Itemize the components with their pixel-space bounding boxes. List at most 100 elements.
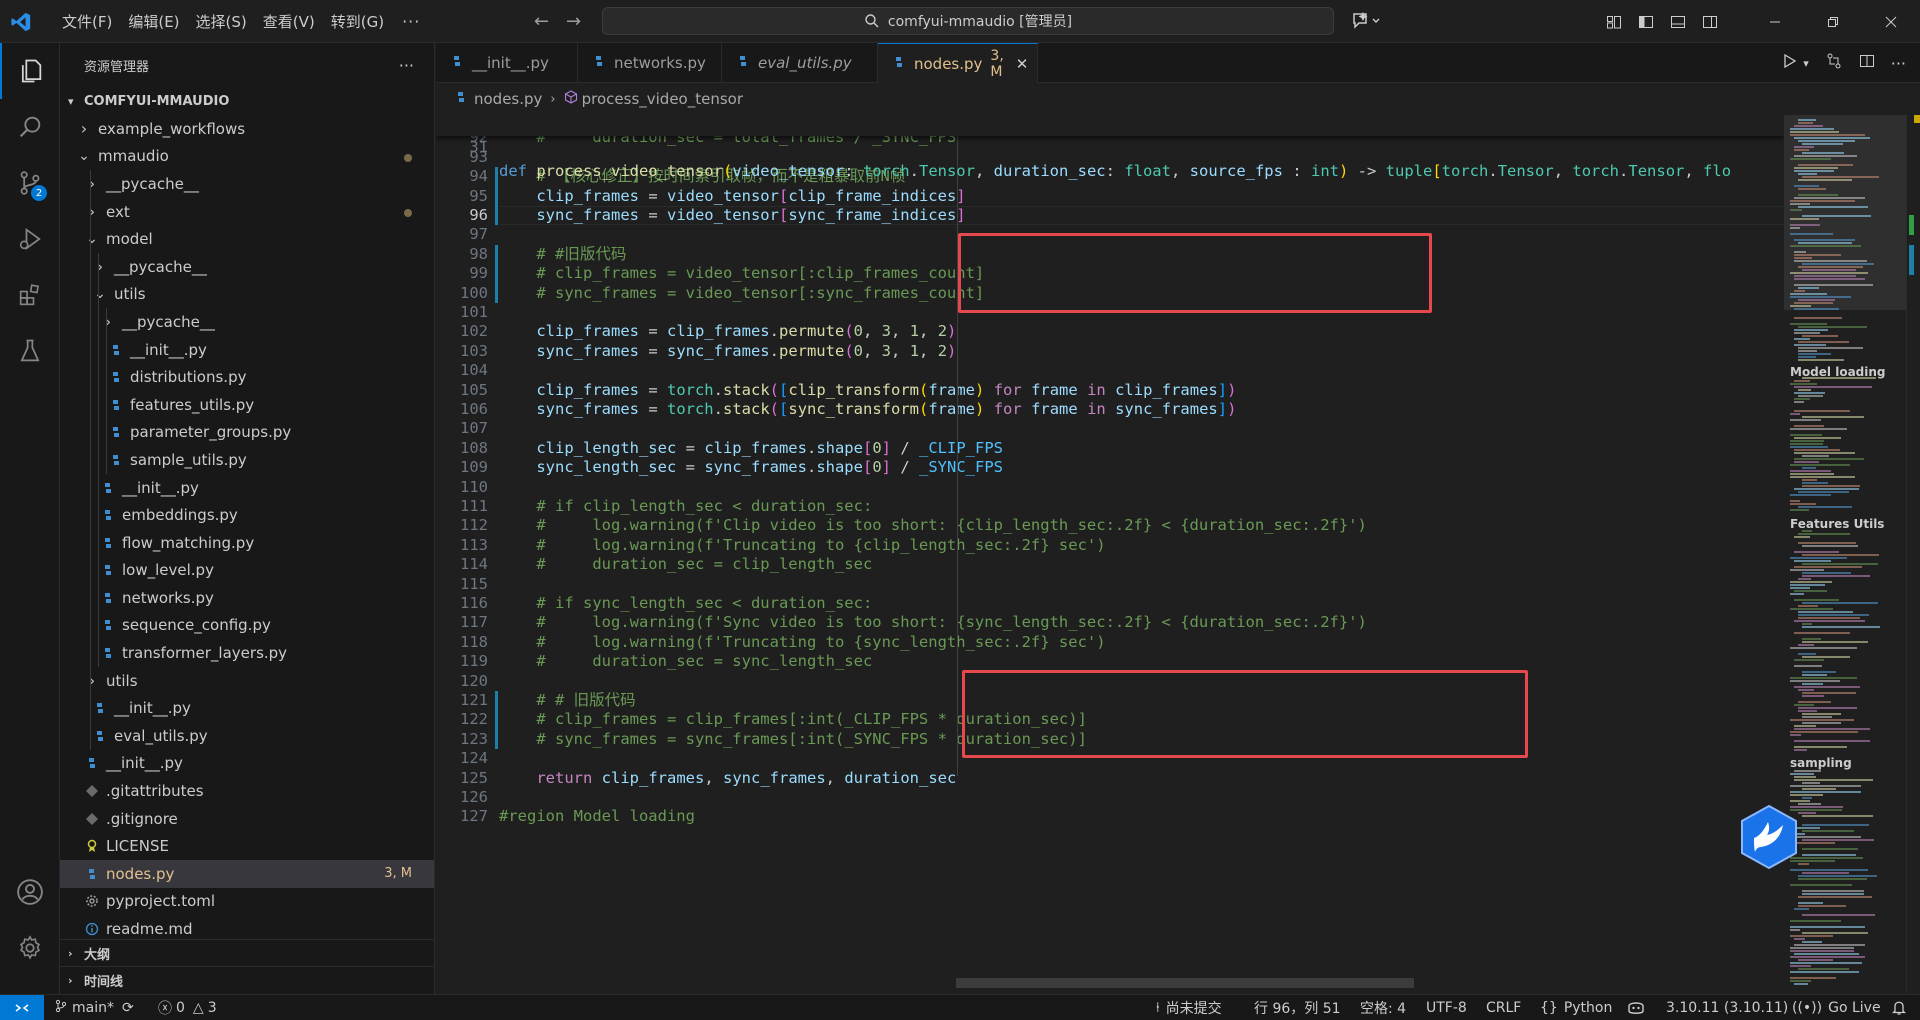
code-line[interactable]: 110 <box>436 478 1784 497</box>
menu-item[interactable]: 查看(V) <box>255 11 323 32</box>
code-line[interactable]: 126 <box>436 788 1784 807</box>
compare-changes-icon[interactable] <box>1825 52 1843 74</box>
source-control-icon[interactable]: 2 <box>0 155 60 211</box>
file-item[interactable]: features_utils.py <box>60 390 434 419</box>
code-line[interactable]: 127 #region Model loading <box>436 807 1784 826</box>
file-item[interactable]: __init__.py <box>60 750 434 778</box>
code-line[interactable]: 118 # log.warning(f'Truncating to {sync_… <box>436 633 1784 652</box>
code-line[interactable]: 103 sync_frames = sync_frames.permute(0,… <box>436 342 1784 361</box>
folder-item[interactable]: › __pycache__ <box>60 252 434 281</box>
command-center-search[interactable]: comfyui-mmaudio [管理员] <box>602 7 1334 35</box>
branch-status[interactable]: main* ⟳ <box>54 995 134 1020</box>
file-item[interactable]: .gitignore <box>60 805 434 833</box>
close-tab-icon[interactable]: ✕ <box>1016 55 1029 73</box>
split-editor-icon[interactable] <box>1859 53 1875 73</box>
minimap[interactable]: Model loading Features Utils sampling <box>1784 115 1906 994</box>
chevron-down-icon[interactable]: ▾ <box>1803 57 1809 70</box>
code-line[interactable]: 117 # log.warning(f'Sync video is too sh… <box>436 613 1784 632</box>
explorer-icon[interactable] <box>0 43 60 99</box>
commit-status[interactable]: ⍿ 尚未提交 <box>1156 995 1222 1020</box>
code-line[interactable]: 125 return clip_frames, sync_frames, dur… <box>436 769 1784 788</box>
code-line[interactable]: 107 <box>436 419 1784 438</box>
code-editor[interactable]: 31 def process_video_tensor(video_tensor… <box>436 115 1784 994</box>
timeline-section-header[interactable]: › 时间线 <box>60 966 434 994</box>
code-line[interactable]: 108 clip_length_sec = clip_frames.shape[… <box>436 439 1784 458</box>
notifications-bell-icon[interactable] <box>1892 995 1906 1020</box>
encoding-status[interactable]: UTF-8 <box>1426 995 1467 1020</box>
folder-item[interactable]: › example_workflows <box>60 115 434 143</box>
file-item[interactable]: flow_matching.py <box>60 528 434 557</box>
file-item[interactable]: embeddings.py <box>60 501 434 529</box>
eol-status[interactable]: CRLF <box>1486 995 1521 1020</box>
code-line[interactable]: 119 # duration_sec = sync_length_sec <box>436 652 1784 671</box>
folder-item[interactable]: ⌄ utils <box>60 280 434 309</box>
file-item[interactable]: nodes.py 3, M <box>60 860 434 888</box>
copilot-status-icon[interactable] <box>1626 995 1646 1020</box>
file-item[interactable]: .gitattributes <box>60 777 434 805</box>
run-python-file-icon[interactable] <box>1781 53 1797 73</box>
menu-item[interactable]: 编辑(E) <box>120 11 187 32</box>
code-line[interactable]: 104 <box>436 361 1784 380</box>
outline-section-header[interactable]: › 大纲 <box>60 939 434 967</box>
tab-eval-utils-py[interactable]: eval_utils.py <box>722 43 878 83</box>
vertical-scrollbar[interactable] <box>1906 115 1920 994</box>
code-line[interactable]: 112 # log.warning(f'Clip video is too sh… <box>436 516 1784 535</box>
file-item[interactable]: eval_utils.py <box>60 722 434 750</box>
code-line[interactable]: 102 clip_frames = clip_frames.permute(0,… <box>436 322 1784 341</box>
file-item[interactable]: LICENSE <box>60 832 434 860</box>
go-live-button[interactable]: ((•)) Go Live <box>1792 995 1881 1020</box>
file-item[interactable]: transformer_layers.py <box>60 639 434 667</box>
customize-layout-icon[interactable] <box>1598 0 1630 43</box>
back-arrow-icon[interactable]: ← <box>534 11 549 32</box>
code-line[interactable]: 105 clip_frames = torch.stack([clip_tran… <box>436 381 1784 400</box>
folder-item[interactable]: ⌄ model <box>60 225 434 253</box>
assistant-bird-icon[interactable] <box>1738 804 1800 870</box>
sync-icon[interactable]: ⟳ <box>122 1000 134 1016</box>
horizontal-scrollbar[interactable] <box>956 978 1414 988</box>
workspace-section-header[interactable]: ▾ COMFYUI-MMAUDIO <box>60 87 434 115</box>
breadcrumb-file[interactable]: nodes.py <box>474 90 542 108</box>
close-window-button[interactable] <box>1862 0 1920 43</box>
language-mode[interactable]: {} Python <box>1540 995 1612 1020</box>
forward-arrow-icon[interactable]: → <box>566 11 581 32</box>
code-line[interactable]: 116 # if sync_length_sec < duration_sec: <box>436 594 1784 613</box>
file-item[interactable]: __init__.py <box>60 694 434 723</box>
code-line[interactable]: 96 sync_frames = video_tensor[sync_frame… <box>436 206 1784 226</box>
account-icon[interactable] <box>0 864 60 920</box>
code-line[interactable]: 114 # duration_sec = clip_length_sec <box>436 555 1784 574</box>
menu-item[interactable]: 文件(F) <box>54 11 120 32</box>
tab-init-py[interactable]: __init__.py <box>436 43 578 83</box>
toggle-primary-sidebar-icon[interactable] <box>1630 0 1662 43</box>
file-item[interactable]: __init__.py <box>60 335 434 364</box>
folder-item[interactable]: › utils <box>60 666 434 695</box>
code-line[interactable]: 115 <box>436 575 1784 594</box>
extensions-icon[interactable] <box>0 267 60 323</box>
file-item[interactable]: sample_utils.py <box>60 446 434 474</box>
minimize-button[interactable] <box>1746 0 1804 43</box>
menu-item[interactable]: 选择(S) <box>188 11 255 32</box>
code-line[interactable]: 113 # log.warning(f'Truncating to {clip_… <box>436 536 1784 555</box>
breadcrumb-symbol[interactable]: process_video_tensor <box>582 90 743 108</box>
folder-item[interactable]: › ext <box>60 197 434 226</box>
menu-more-icon[interactable]: ··· <box>392 12 430 31</box>
tab-networks-py[interactable]: networks.py <box>578 43 722 83</box>
cursor-position[interactable]: 行 96，列 51 <box>1254 995 1341 1020</box>
explorer-more-icon[interactable]: ··· <box>399 56 414 75</box>
code-line[interactable]: 106 sync_frames = torch.stack([sync_tran… <box>436 400 1784 419</box>
tab-nodes-py[interactable]: nodes.py 3, M ✕ <box>878 43 1038 83</box>
menu-item[interactable]: 转到(G) <box>323 11 392 32</box>
file-item[interactable]: sequence_config.py <box>60 611 434 640</box>
folder-item[interactable]: › __pycache__ <box>60 308 434 336</box>
code-line[interactable]: 111 # if clip_length_sec < duration_sec: <box>436 497 1784 516</box>
restore-button[interactable] <box>1804 0 1862 43</box>
problems-status[interactable]: ⓧ 0 △ 3 <box>158 995 217 1020</box>
toggle-secondary-sidebar-icon[interactable] <box>1694 0 1726 43</box>
search-icon[interactable] <box>0 99 60 155</box>
run-debug-icon[interactable] <box>0 211 60 267</box>
folder-item[interactable]: ⌄ mmaudio <box>60 143 434 171</box>
file-item[interactable]: parameter_groups.py <box>60 418 434 447</box>
indentation-status[interactable]: 空格: 4 <box>1360 995 1406 1020</box>
python-interpreter[interactable]: 3.10.11 (3.10.11) <box>1666 995 1788 1020</box>
sticky-scroll-header[interactable]: 31 def process_video_tensor(video_tensor… <box>436 115 1784 180</box>
file-item[interactable]: __init__.py <box>60 473 434 502</box>
